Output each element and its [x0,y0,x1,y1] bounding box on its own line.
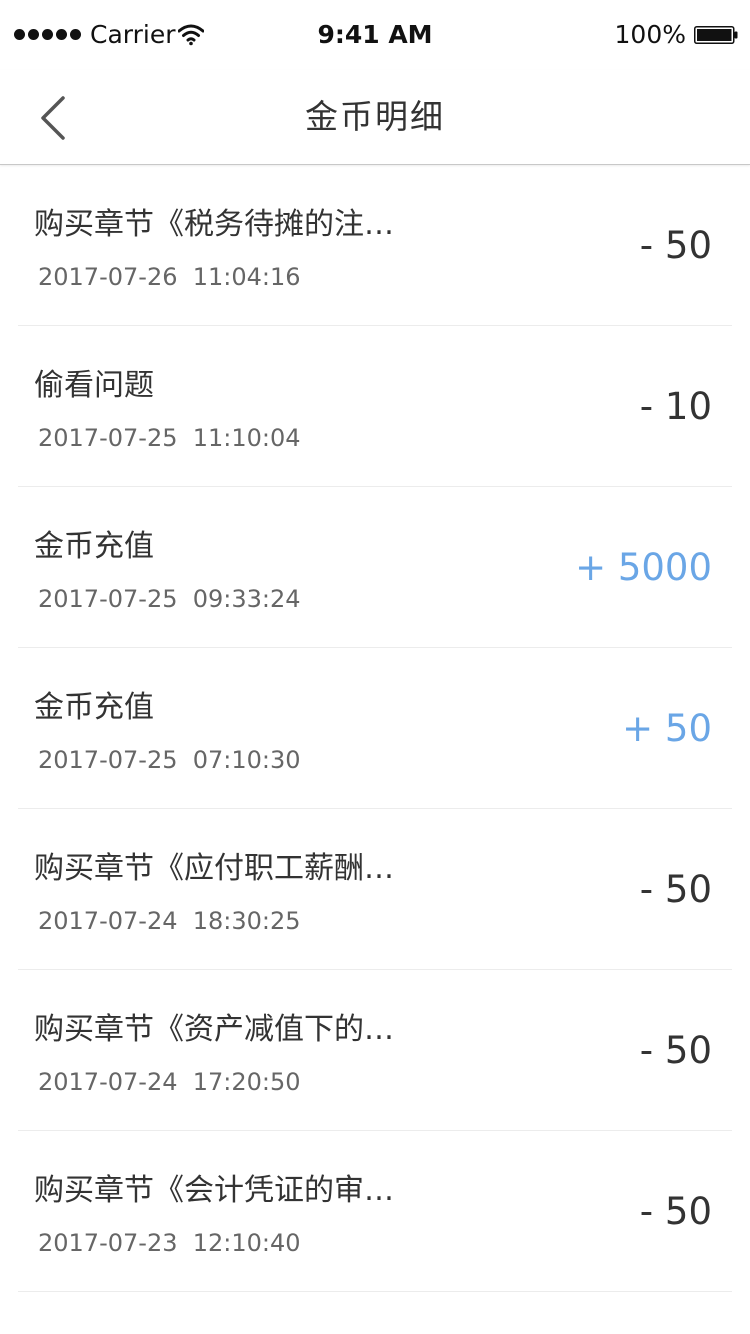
navigation-bar: 金币明细 [0,70,750,165]
coin-record-list: 购买章节《税务待摊的注… 2017-07-26 11:04:16 - 50 偷看… [0,165,750,1292]
list-item[interactable]: 购买章节《税务待摊的注… 2017-07-26 11:04:16 - 50 [18,165,732,326]
record-datetime: 2017-07-24 17:20:50 [38,1068,301,1096]
list-item[interactable]: 金币充值 2017-07-25 09:33:24 + 5000 [18,487,732,648]
screen: Carrier 9:41 AM 100% 金币明细 购买章节《税务待摊的注… 2… [0,0,750,1334]
record-amount: + 50 [622,707,712,750]
record-amount: - 50 [639,1029,712,1072]
record-amount: - 50 [639,868,712,911]
battery-percentage: 100% [614,20,686,49]
list-item[interactable]: 金币充值 2017-07-25 07:10:30 + 50 [18,648,732,809]
record-amount: - 10 [639,385,712,428]
record-amount: - 50 [639,1190,712,1233]
record-title: 金币充值 [34,529,154,564]
record-title: 购买章节《应付职工薪酬… [34,851,394,886]
record-title: 偷看问题 [34,368,154,403]
record-title: 金币充值 [34,690,154,725]
record-datetime: 2017-07-25 07:10:30 [38,746,301,774]
page-title: 金币明细 [305,97,445,136]
record-title: 购买章节《税务待摊的注… [34,207,394,242]
list-item[interactable]: 购买章节《资产减值下的… 2017-07-24 17:20:50 - 50 [18,970,732,1131]
record-datetime: 2017-07-26 11:04:16 [38,263,301,291]
list-item[interactable]: 购买章节《应付职工薪酬… 2017-07-24 18:30:25 - 50 [18,809,732,970]
record-amount: - 50 [639,224,712,267]
record-datetime: 2017-07-25 11:10:04 [38,424,301,452]
record-amount: + 5000 [575,546,712,589]
record-datetime: 2017-07-25 09:33:24 [38,585,301,613]
record-title: 购买章节《会计凭证的审… [34,1173,394,1208]
record-datetime: 2017-07-23 12:10:40 [38,1229,301,1257]
record-title: 购买章节《资产减值下的… [34,1012,394,1047]
battery-icon [694,26,738,44]
list-item[interactable]: 购买章节《会计凭证的审… 2017-07-23 12:10:40 - 50 [18,1131,732,1292]
list-item[interactable]: 偷看问题 2017-07-25 11:10:04 - 10 [18,326,732,487]
status-bar: Carrier 9:41 AM 100% [0,0,750,70]
record-datetime: 2017-07-24 18:30:25 [38,907,301,935]
